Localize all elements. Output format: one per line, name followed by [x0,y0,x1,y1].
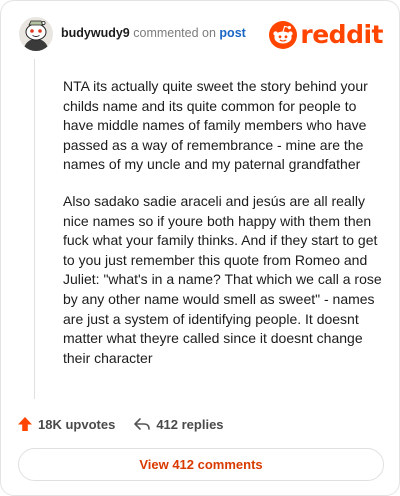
reply-arrow-icon [134,418,151,430]
upvote-count: 18K upvotes [38,416,116,432]
comment-card: budywudy9 commented on post reddit NTA i… [0,0,400,496]
comment-paragraph: NTA its actually quite sweet the story b… [63,78,368,173]
thread-line[interactable] [34,59,35,399]
comment-actions: 18K upvotes 412 replies [17,413,242,435]
user-avatar[interactable] [19,17,53,51]
reply-count: 412 replies [156,416,224,432]
post-link[interactable]: post [219,26,245,40]
comment-paragraph: Also sadako sadie araceli and jesús are … [63,192,382,366]
snoo-avatar-icon [19,17,53,51]
comment-byline: budywudy9 commented on post [61,26,246,40]
comment-body: NTA its actually quite sweet the story b… [63,77,389,385]
upvote-arrow-icon [18,417,32,431]
view-comments-label: View 412 comments [139,457,263,472]
reply-button[interactable]: 412 replies [133,416,224,432]
view-comments-button[interactable]: View 412 comments [18,448,384,481]
byline-action-text: commented on [133,26,216,40]
snoo-logo-icon [269,21,298,49]
reddit-wordmark: reddit [300,20,383,49]
upvote-button[interactable]: 18K upvotes [17,416,115,432]
reddit-logo[interactable]: reddit [269,21,383,49]
username-link[interactable]: budywudy9 [61,26,130,40]
comment-header: budywudy9 commented on post reddit [17,15,383,55]
